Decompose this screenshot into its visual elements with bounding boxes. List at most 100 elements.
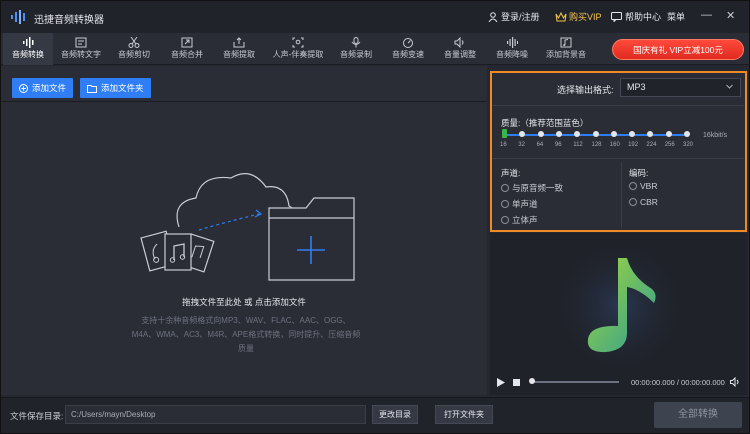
playback-progress-bar[interactable] [531,381,619,383]
encoding-option-label: VBR [640,181,658,191]
quality-slider-stop[interactable] [665,131,672,137]
tab-volume-adjust[interactable]: 音量调整 [437,33,483,65]
output-format-select[interactable]: MP3 [620,78,741,97]
playback-time: 00:00:00.000 / 00:00:00.000 [631,378,725,387]
tab-add-background-music[interactable]: 添加背景音 [541,33,591,65]
save-directory-label: 文件保存目录: [10,411,64,421]
help-center-button[interactable]: 帮助中心 [611,10,661,23]
radio-icon [501,216,509,224]
quality-tick-label: 112 [573,142,583,148]
menu-button[interactable]: 菜单 [667,10,685,23]
save-directory-input[interactable]: C:/Users/mayn/Desktop [65,405,366,424]
user-icon [488,11,498,22]
channel-option-stereo[interactable]: 立体声 [501,214,538,226]
radio-icon [629,182,637,190]
tab-audio-merge[interactable]: 音频合并 [163,33,211,65]
divider [493,158,744,159]
tab-label: 音频提取 [223,50,255,59]
tab-audio-speed[interactable]: 音频变速 [385,33,431,65]
drop-zone-title[interactable]: 拖拽文件至此处 或 点击添加文件 [1,296,487,308]
tab-label: 音频转换 [12,50,44,59]
plus-circle-icon [19,83,28,93]
close-button[interactable]: ✕ [726,9,735,22]
encoding-option-vbr[interactable]: VBR [629,181,657,191]
divider-vertical [621,162,622,228]
tab-vocal-extract[interactable]: 人声-伴奏提取 [267,33,329,65]
music-note-icon [550,236,690,370]
tab-audio-record[interactable]: 音频录制 [333,33,379,65]
channel-option-mono[interactable]: 单声道 [501,198,538,210]
tab-label: 音频录制 [340,50,372,59]
app-title: 迅捷音频转换器 [34,15,104,26]
buy-vip-label: 购买VIP [569,12,602,22]
buy-vip-button[interactable]: 购买VIP [555,10,602,23]
add-folder-button[interactable]: 添加文件夹 [80,78,151,98]
output-format-value: MP3 [627,82,646,92]
minimize-button[interactable]: — [701,9,712,21]
quality-tick-label: 32 [518,142,525,148]
add-file-label: 添加文件 [32,83,67,93]
tab-label: 音频转文字 [61,50,101,59]
audio-convert-icon [23,37,34,48]
tab-audio-to-text[interactable]: 音频转文字 [57,33,105,65]
denoise-icon [507,37,518,48]
promo-banner-button[interactable]: 国庆有礼 VIP立减100元 [612,39,744,60]
playback-progress-handle[interactable] [529,378,535,384]
channel-option-label: 与原音频一致 [512,183,564,193]
quality-slider-stop[interactable] [537,131,544,137]
channel-option-original[interactable]: 与原音频一致 [501,182,563,194]
volume-icon [454,37,464,48]
login-button[interactable]: 登录/注册 [488,10,540,23]
tab-audio-convert[interactable]: 音频转换 [3,33,53,65]
quality-tick-label: 128 [591,142,602,148]
tab-label: 音频剪切 [118,50,150,59]
divider [493,105,744,106]
tab-audio-extract[interactable]: 音频提取 [215,33,263,65]
quality-label: 质量:（推荐范围蓝色） [501,118,589,128]
chat-help-icon [611,11,622,22]
add-file-button[interactable]: 添加文件 [12,78,74,98]
tab-label: 音频变速 [392,50,424,59]
channel-option-label: 单声道 [512,199,538,209]
add-folder-label: 添加文件夹 [101,83,144,93]
extract-icon [233,37,245,48]
quality-slider-stop[interactable] [610,131,617,137]
tab-label: 音频合并 [171,50,203,59]
radio-icon [501,200,509,208]
quality-tick-label: 256 [664,142,675,148]
chevron-down-icon [726,84,733,89]
quality-slider-handle[interactable] [502,129,507,138]
quality-slider-stop[interactable] [555,131,562,137]
encoding-label: 编码: [629,168,649,178]
audio-to-text-icon [75,37,87,48]
quality-tick-label: 160 [609,142,620,148]
open-folder-button[interactable]: 打开文件夹 [435,405,493,424]
convert-all-button[interactable]: 全部转换 [654,402,742,428]
tab-label: 人声-伴奏提取 [272,50,324,59]
tab-denoise[interactable]: 音频降噪 [489,33,535,65]
quality-tick-label: 64 [536,142,544,148]
quality-tick-label: 96 [554,142,562,148]
app-window: 迅捷音频转换器 登录/注册 购买VIP 帮助中心 菜单 — ✕ 音频转换 音频转… [0,0,750,434]
add-music-icon [560,37,572,48]
volume-icon[interactable] [730,377,740,387]
merge-icon [181,37,193,48]
quality-value: 16kbit/s [703,132,728,139]
quality-slider-stop[interactable] [684,131,690,137]
microphone-icon [351,37,361,48]
quality-slider-stop[interactable] [592,131,599,137]
tab-label: 音量调整 [444,50,476,59]
app-logo-icon [11,10,25,24]
quality-tick-label: 192 [628,142,639,148]
play-icon[interactable] [497,378,505,387]
encoding-option-cbr[interactable]: CBR [629,197,658,207]
speed-icon [403,38,413,48]
vocal-extract-icon [292,37,304,48]
stop-icon[interactable] [513,379,520,386]
channel-label: 声道: [501,168,521,178]
output-format-label: 选择输出格式: [557,85,614,95]
radio-icon [629,198,637,206]
tab-audio-cut[interactable]: 音频剪切 [111,33,157,65]
drop-zone-description: 支持十余种音频格式向MP3、WAV、FLAC、AAC、OGG、M4A、WMA、A… [131,316,361,353]
change-directory-button[interactable]: 更改目录 [372,405,418,424]
